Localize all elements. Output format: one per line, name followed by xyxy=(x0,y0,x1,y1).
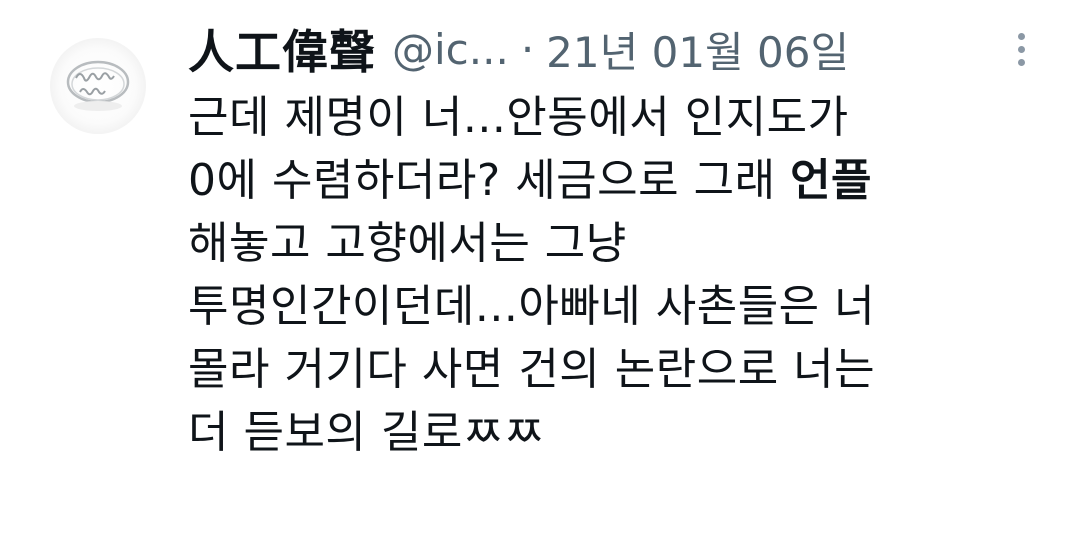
more-dot xyxy=(1017,45,1025,53)
more-dot xyxy=(1017,58,1025,66)
tweet-text-line: 근데 제명이 너...안동에서 인지도가 xyxy=(188,92,849,143)
tweet-text-line: 더 듣보의 길로ㅉㅉ xyxy=(188,407,545,458)
tweet-text-line: 0에 수렴하더라? 세금으로 그래 언플 xyxy=(188,149,1068,212)
tweet-text-line: 투명인간이던데...아빠네 사촌들은 너 xyxy=(188,281,876,332)
tweet-text-line: 몰라 거기다 사면 건의 논란으로 너는 xyxy=(188,344,876,395)
more-vertical-icon[interactable] xyxy=(1004,26,1038,72)
display-name[interactable]: 人工偉聲 xyxy=(188,16,376,82)
ring-icon xyxy=(66,60,130,111)
tweet[interactable]: 人工偉聲 @ic... · 21년 01월 06일 근데 제명이 너...안동에… xyxy=(0,0,1080,537)
tweet-text: 근데 제명이 너...안동에서 인지도가 0에 수렴하더라? 세금으로 그래 언… xyxy=(188,86,1068,464)
handle[interactable]: @ic... xyxy=(392,25,509,74)
separator-dot: · xyxy=(520,24,535,74)
tweet-header: 人工偉聲 @ic... · 21년 01월 06일 xyxy=(188,16,849,82)
timestamp[interactable]: 21년 01월 06일 xyxy=(546,19,849,80)
more-dot xyxy=(1017,32,1025,40)
avatar[interactable] xyxy=(50,38,146,134)
tweet-text-segment: 0에 수렴하더라? 세금으로 그래 xyxy=(188,155,776,206)
tweet-text-line: 해놓고 고향에서는 그냥 xyxy=(188,218,627,269)
highlight-word: 언플 xyxy=(790,155,873,206)
